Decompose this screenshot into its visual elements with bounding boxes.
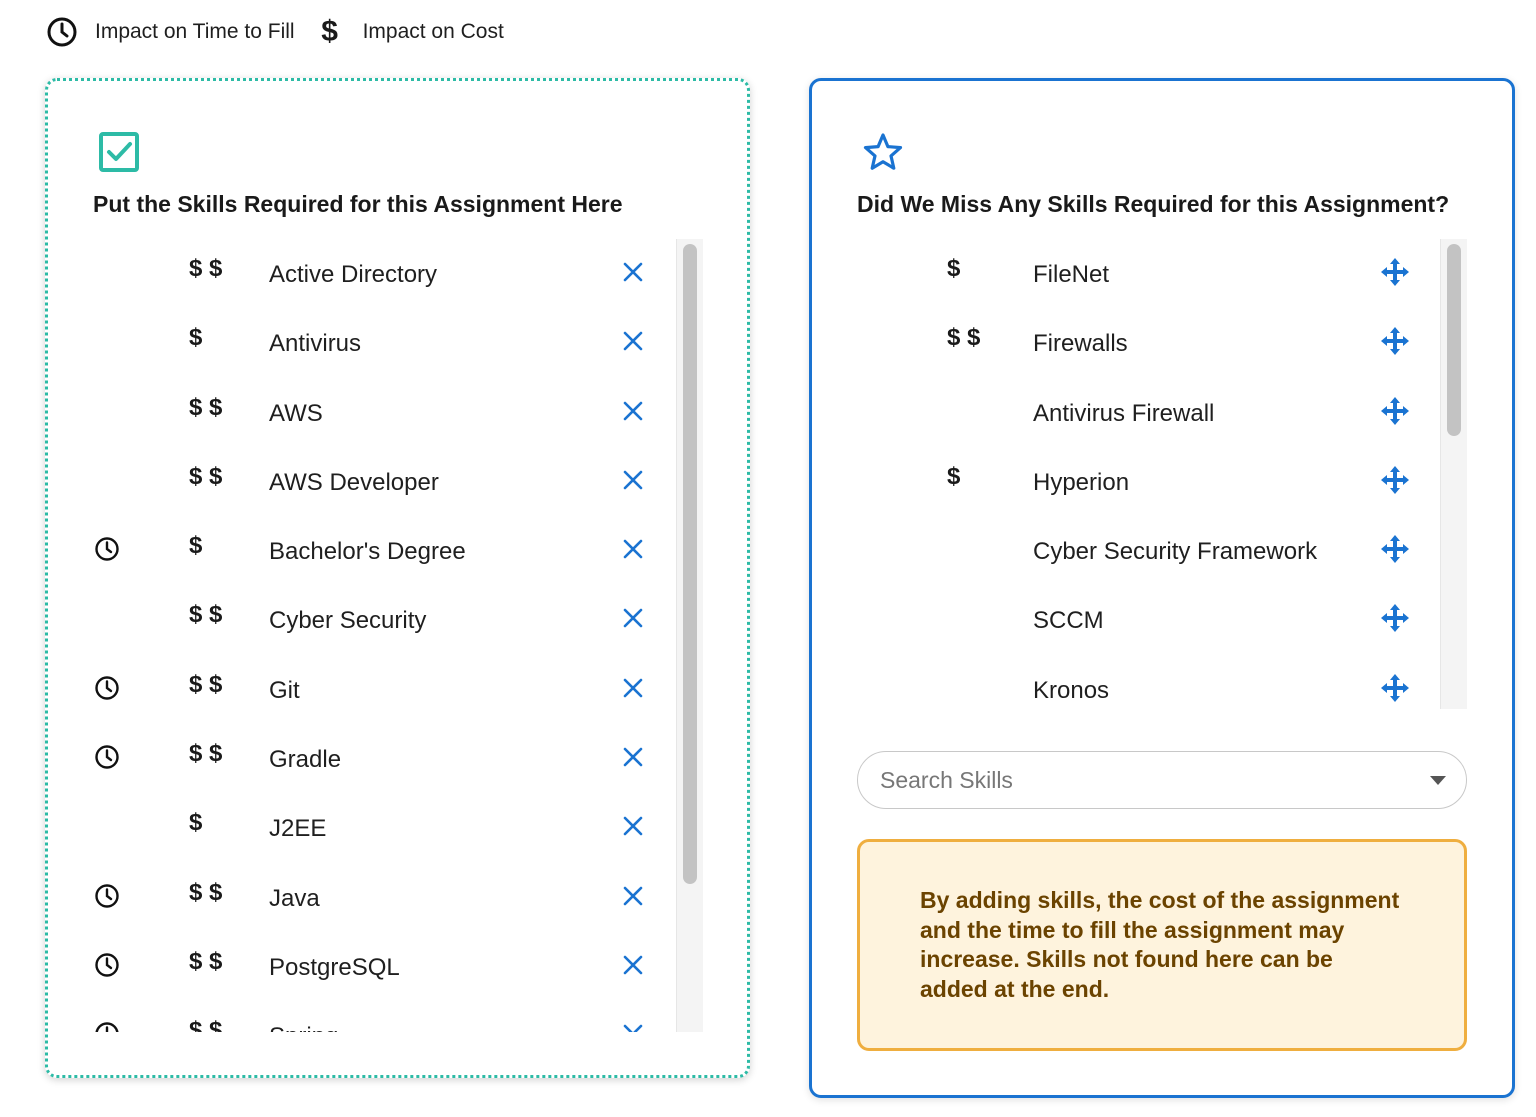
skill-row[interactable]: Kronos	[852, 655, 1442, 709]
impact-legend: Impact on Time to Fill $ Impact on Cost	[46, 14, 504, 50]
close-icon[interactable]	[618, 950, 648, 980]
legend-cost-label: Impact on Cost	[362, 20, 504, 43]
skill-row[interactable]: $ $ AWS Developer	[78, 447, 708, 516]
skill-name: Spring	[269, 1023, 338, 1032]
checkbox-checked-icon	[98, 131, 140, 178]
star-icon	[862, 131, 904, 178]
cost-indicator: $	[947, 462, 961, 490]
skill-name: AWS	[269, 399, 323, 427]
skill-row[interactable]: $ Bachelor's Degree	[78, 516, 708, 585]
skill-row[interactable]: $ Antivirus	[78, 308, 708, 377]
required-skills-dropzone[interactable]: Put the Skills Required for this Assignm…	[45, 78, 750, 1078]
move-icon[interactable]	[1380, 326, 1410, 356]
cost-indicator: $	[947, 255, 961, 282]
skill-row[interactable]: $ $ Java	[78, 863, 708, 932]
skill-row[interactable]: $ $ Git	[78, 655, 708, 724]
close-icon[interactable]	[618, 673, 648, 703]
cost-indicator: $	[189, 324, 203, 352]
cost-indicator: $ $	[947, 324, 981, 352]
skill-row[interactable]: $ $ Firewalls	[852, 308, 1442, 377]
cost-indicator: $	[189, 532, 203, 560]
skill-name: Firewalls	[1033, 330, 1128, 358]
clock-icon	[94, 952, 120, 978]
close-icon[interactable]	[618, 396, 648, 426]
close-icon[interactable]	[618, 326, 648, 356]
skill-row[interactable]: $ Hyperion	[852, 447, 1442, 516]
close-icon[interactable]	[618, 811, 648, 841]
skill-row[interactable]: SCCM	[852, 585, 1442, 654]
clock-icon	[94, 883, 120, 909]
skill-name: FileNet	[1033, 261, 1110, 288]
move-icon[interactable]	[1380, 534, 1410, 564]
skill-row[interactable]: $ $ AWS	[78, 378, 708, 447]
skill-row[interactable]: Cyber Security Framework	[852, 516, 1442, 585]
cost-indicator: $ $	[189, 1017, 223, 1032]
skill-row[interactable]: $ $ Cyber Security	[78, 585, 708, 654]
search-skills-combobox[interactable]	[857, 751, 1467, 809]
cost-indicator: $ $	[189, 255, 223, 282]
close-icon[interactable]	[618, 881, 648, 911]
close-icon[interactable]	[618, 465, 648, 495]
cost-indicator: $ $	[189, 878, 223, 906]
cost-indicator: $ $	[189, 393, 223, 421]
skill-name: Cyber Security	[269, 607, 427, 635]
close-icon[interactable]	[618, 742, 648, 772]
skill-name: J2EE	[269, 815, 327, 843]
skill-row[interactable]: $ $ Gradle	[78, 724, 708, 793]
skill-row[interactable]: $ $ Spring	[78, 1001, 708, 1032]
skill-name: PostgreSQL	[269, 953, 400, 981]
close-icon[interactable]	[618, 257, 648, 287]
legend-time-label: Impact on Time to Fill	[95, 20, 295, 43]
skill-name: Git	[269, 676, 300, 704]
move-icon[interactable]	[1380, 465, 1410, 495]
search-input[interactable]	[878, 765, 1420, 795]
cost-indicator: $ $	[189, 670, 223, 698]
skill-name: Kronos	[1033, 676, 1110, 704]
clock-icon	[94, 675, 120, 701]
skill-name: Hyperion	[1033, 468, 1130, 496]
close-icon[interactable]	[618, 534, 648, 564]
clock-icon	[94, 1021, 120, 1032]
clock-icon	[46, 16, 78, 48]
skill-name: AWS Developer	[269, 468, 439, 496]
suggested-panel-title: Did We Miss Any Skills Required for this…	[857, 191, 1450, 217]
skill-row[interactable]: $ FileNet	[852, 239, 1442, 308]
cost-indicator: $ $	[189, 740, 223, 768]
suggested-skills-list: $ FileNet $ $ Firewalls Antivirus Firewall $ H…	[852, 239, 1442, 709]
required-list-scrollbar[interactable]	[676, 239, 703, 1032]
skill-name: Java	[269, 884, 320, 912]
skill-name: Active Directory	[269, 261, 438, 288]
cost-warning-notice: By adding skills, the cost of the assign…	[857, 839, 1467, 1051]
skill-row[interactable]: $ $ PostgreSQL	[78, 932, 708, 1001]
cost-indicator: $ $	[189, 601, 223, 629]
skill-name: Antivirus	[269, 330, 362, 358]
skill-name: SCCM	[1033, 607, 1104, 635]
skill-name: Antivirus Firewall	[1033, 399, 1215, 427]
skill-row[interactable]: Antivirus Firewall	[852, 378, 1442, 447]
move-icon[interactable]	[1380, 603, 1410, 633]
move-icon[interactable]	[1380, 396, 1410, 426]
clock-icon	[94, 744, 120, 770]
skill-name: Bachelor's Degree	[269, 538, 466, 566]
cost-indicator: $	[189, 809, 203, 837]
skill-row[interactable]: $ J2EE	[78, 793, 708, 862]
close-icon[interactable]	[618, 603, 648, 633]
skill-name: Gradle	[269, 746, 342, 774]
scrollbar-thumb[interactable]	[1447, 244, 1461, 436]
dollar-icon: $	[321, 15, 338, 48]
required-panel-title: Put the Skills Required for this Assignm…	[93, 191, 623, 217]
chevron-down-icon[interactable]	[1430, 775, 1446, 785]
cost-indicator: $ $	[189, 462, 223, 490]
suggested-list-scrollbar[interactable]	[1440, 239, 1467, 709]
scrollbar-thumb[interactable]	[683, 244, 697, 884]
close-icon[interactable]	[618, 1019, 648, 1032]
required-skills-list: $ $ Active Directory $ Antivirus $ $ AWS $ $ AW…	[78, 239, 708, 1032]
clock-icon	[94, 536, 120, 562]
move-icon[interactable]	[1380, 257, 1410, 287]
cost-indicator: $ $	[189, 947, 223, 975]
skill-name: Cyber Security Framework	[1033, 538, 1318, 566]
move-icon[interactable]	[1380, 673, 1410, 703]
suggested-skills-panel: Did We Miss Any Skills Required for this…	[809, 78, 1515, 1098]
skill-row[interactable]: $ $ Active Directory	[78, 239, 708, 308]
